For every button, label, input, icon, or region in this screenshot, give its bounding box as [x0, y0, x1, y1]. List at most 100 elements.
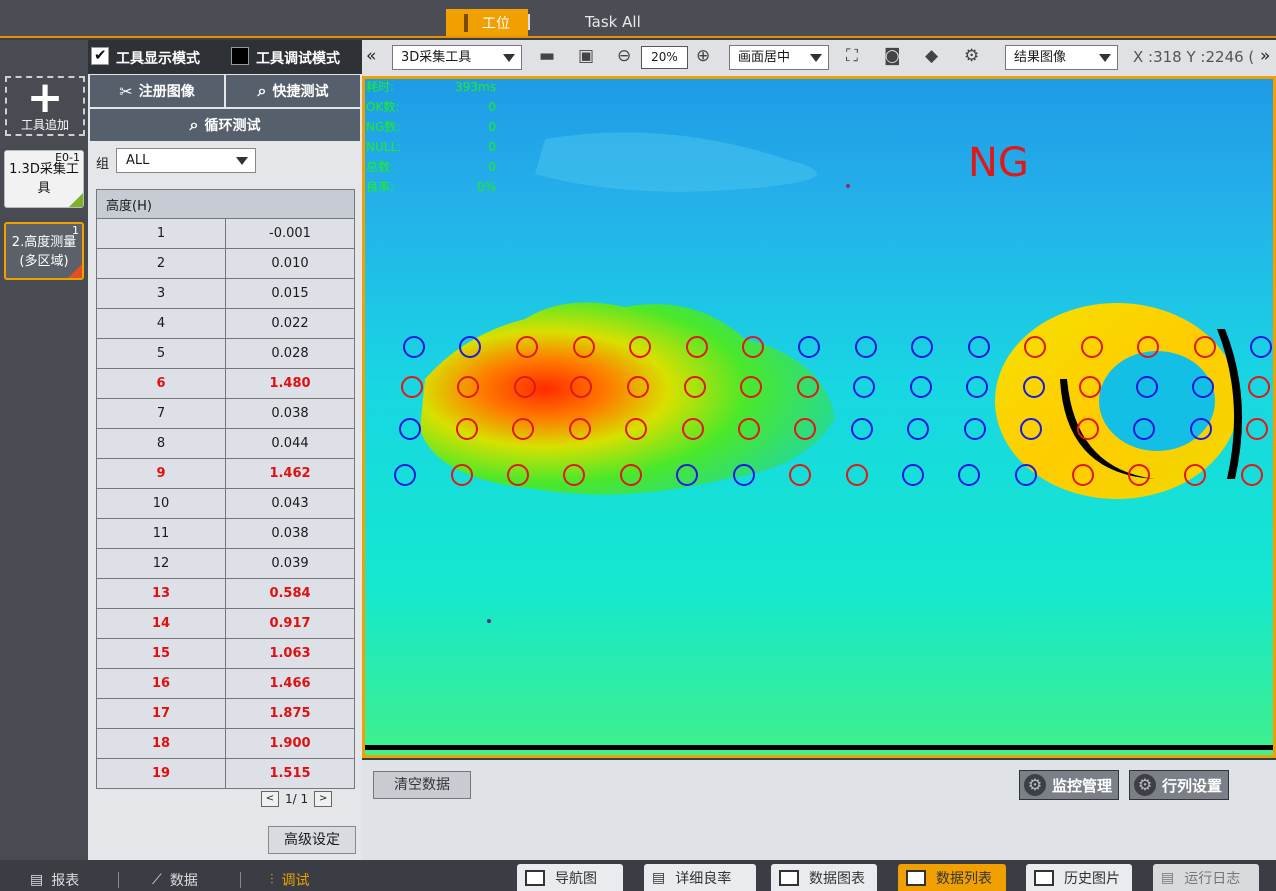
loop-test-label: 循环测试 [204, 118, 261, 134]
table-row[interactable]: 3 0.015 [96, 278, 355, 309]
table-row[interactable]: 18 1.900 [96, 728, 355, 759]
table-row[interactable]: 9 1.462 [96, 458, 355, 489]
table-row[interactable]: 13 0.584 [96, 578, 355, 609]
monitor-label: 监控管理 [1052, 776, 1113, 795]
chevron-down-icon [236, 157, 248, 165]
image-icon [779, 869, 799, 886]
row-index: 14 [96, 608, 226, 639]
prev-page-button[interactable]: < [261, 791, 279, 807]
nav-data[interactable]: ⟋ 数据 [152, 868, 198, 891]
table-row[interactable]: 1 -0.001 [96, 218, 355, 249]
tab-label: 运行日志 [1184, 870, 1241, 887]
debug-mode-checkbox[interactable] [231, 47, 249, 65]
cube-icon[interactable]: ◆ [925, 46, 938, 66]
table-row[interactable]: 12 0.039 [96, 548, 355, 579]
coordinate-readout: X :318 Y :2246 ( [1133, 48, 1255, 66]
stat-value: 0 [488, 140, 496, 154]
pager: < 1/ 1 > [261, 791, 333, 807]
table-row[interactable]: 7 0.038 [96, 398, 355, 429]
row-height-value: 0.015 [225, 278, 355, 309]
display-mode-checkbox[interactable] [91, 46, 109, 65]
register-image-button[interactable]: ✂ 注册图像 [90, 75, 224, 107]
camera-icon[interactable]: ◙ [884, 46, 901, 66]
row-height-value: 1.515 [225, 758, 355, 789]
stat-label: 总数: [366, 160, 395, 174]
grip-icon [464, 13, 468, 32]
magnifier-icon: ⌕ [257, 81, 267, 100]
image-icon [906, 869, 926, 886]
monitor-management-button[interactable]: ⚙ 监控管理 [1019, 770, 1119, 800]
folder-icon[interactable]: ▬ [539, 46, 555, 66]
tool-select[interactable]: 3D采集工具 [392, 45, 522, 70]
zoom-out-icon[interactable]: ⊖ [617, 46, 631, 66]
table-row[interactable]: 4 0.022 [96, 308, 355, 339]
row-height-value: 1.900 [225, 728, 355, 759]
row-height-value: 1.063 [225, 638, 355, 669]
quick-test-button[interactable]: ⌕ 快捷测试 [226, 75, 360, 107]
table-row[interactable]: 10 0.043 [96, 488, 355, 519]
table-row[interactable]: 8 0.044 [96, 428, 355, 459]
tab-data-list[interactable]: 数据列表 [898, 864, 1006, 891]
loop-test-button[interactable]: ⌕ 循环测试 [90, 109, 360, 141]
stat-value: 0 [488, 120, 496, 134]
advanced-settings-button[interactable]: 高级设定 [268, 826, 356, 854]
tool-card-height-measure[interactable]: 1 2.高度测量(多区域) [4, 222, 84, 280]
tool-card-3d-capture[interactable]: E0-1 1.3D采集工具 [4, 150, 84, 208]
result-image-select-value: 结果图像 [1014, 50, 1067, 65]
magnifier-icon: ⌕ [189, 115, 199, 134]
cube-settings-icon[interactable]: ⚙ [964, 46, 979, 66]
group-label: 组 [96, 157, 110, 172]
view-select-value: 画面居中 [738, 50, 791, 65]
nav-report[interactable]: ▤ 报表 [30, 868, 79, 891]
table-row[interactable]: 19 1.515 [96, 758, 355, 789]
stat-label: NG数: [366, 120, 401, 134]
nav-debug-label: 调试 [281, 872, 310, 889]
quick-test-label: 快捷测试 [272, 84, 329, 100]
tools-icon: ✂ [119, 81, 133, 101]
row-col-label: 行列设置 [1162, 776, 1223, 795]
row-column-settings-button[interactable]: ⚙ 行列设置 [1129, 770, 1229, 800]
nav-debug[interactable]: ⫶ 调试 [252, 868, 352, 891]
zoom-in-icon[interactable]: ⊕ [696, 46, 710, 66]
tab-history-images[interactable]: 历史图片 [1026, 864, 1132, 891]
stat-row: NG数: 0 [366, 117, 496, 137]
stat-value: 393ms [455, 80, 496, 94]
table-row[interactable]: 11 0.038 [96, 518, 355, 549]
stat-row: 耗时: 393ms [366, 77, 496, 97]
chevron-down-icon [1099, 54, 1111, 62]
row-height-value: 0.043 [225, 488, 355, 519]
table-row[interactable]: 5 0.028 [96, 338, 355, 369]
tab-task-all[interactable]: Task All [585, 13, 641, 31]
stat-value: 0 [488, 160, 496, 174]
row-height-value: 0.044 [225, 428, 355, 459]
tab-detail-yield[interactable]: ▤ 详细良率 [644, 864, 756, 891]
table-row[interactable]: 17 1.875 [96, 698, 355, 729]
stat-label: 良率: [366, 180, 395, 194]
group-select-value: ALL [126, 153, 150, 168]
next-page-button[interactable]: > [314, 791, 333, 807]
tab-navigation-map[interactable]: 导航图 [517, 864, 623, 891]
tab-data-chart[interactable]: 数据图表 [771, 864, 877, 891]
table-row[interactable]: 14 0.917 [96, 608, 355, 639]
clear-data-button[interactable]: 清空数据 [373, 771, 471, 799]
table-row[interactable]: 16 1.466 [96, 668, 355, 699]
row-height-value: -0.001 [225, 218, 355, 249]
tab-station[interactable]: 工位 [446, 9, 528, 36]
table-row[interactable]: 15 1.063 [96, 638, 355, 669]
add-tool-button[interactable]: + 工具追加 [5, 76, 85, 136]
table-row[interactable]: 6 1.480 [96, 368, 355, 399]
view-select[interactable]: 画面居中 [729, 45, 829, 70]
expand-right-icon[interactable]: » [1260, 46, 1270, 66]
row-height-value: 1.462 [225, 458, 355, 489]
image-view[interactable] [362, 76, 1276, 758]
save-icon[interactable]: ▣ [578, 46, 594, 66]
result-image-select[interactable]: 结果图像 [1005, 45, 1118, 70]
table-row[interactable]: 2 0.010 [96, 248, 355, 279]
tab-run-log[interactable]: ▤ 运行日志 [1153, 864, 1259, 891]
collapse-left-icon[interactable]: « [366, 46, 376, 66]
stat-row: NULL: 0 [366, 137, 496, 157]
display-mode-label: 工具显示模式 [116, 51, 200, 67]
zoom-level[interactable]: 20% [641, 46, 688, 69]
group-select[interactable]: ALL [116, 148, 256, 173]
fit-screen-icon[interactable]: ⛶ [846, 46, 858, 66]
